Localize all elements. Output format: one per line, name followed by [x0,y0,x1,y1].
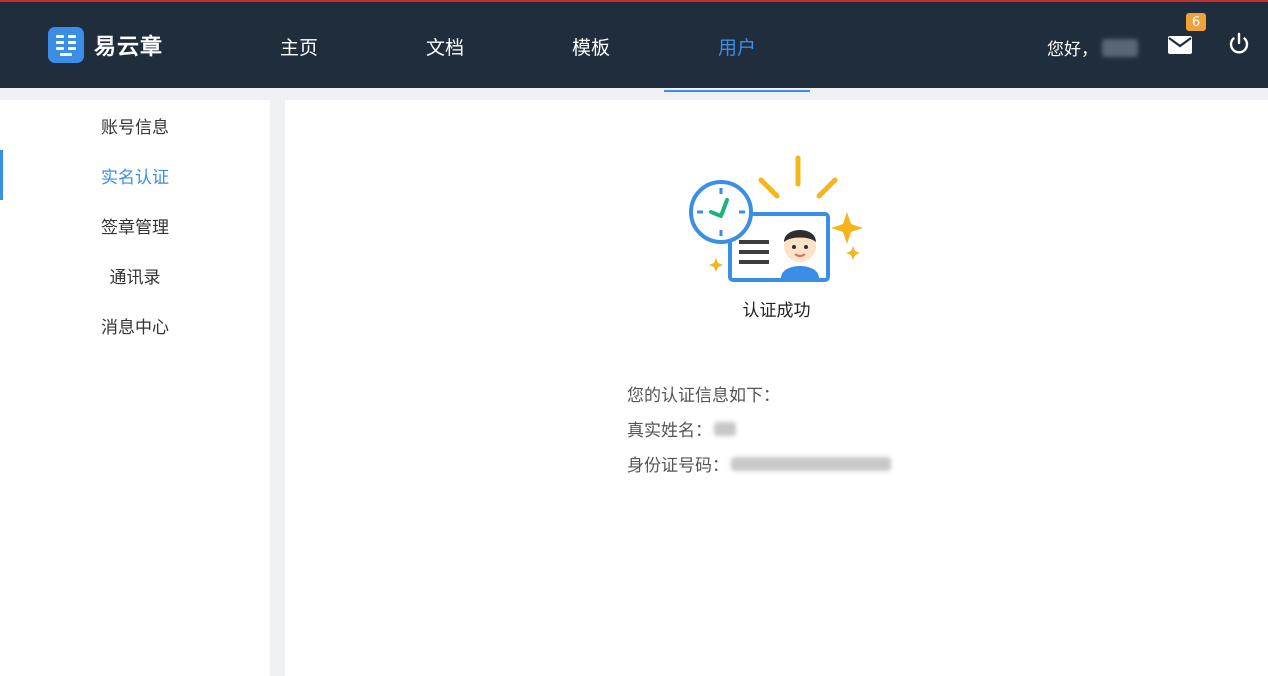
username-redacted [1102,38,1138,57]
mail-icon[interactable] [1167,35,1193,55]
main-content: 认证成功 您的认证信息如下： 真实姓名： 身份证号码： [285,100,1268,676]
real-name-redacted [714,421,736,436]
brand-name: 易云章 [94,35,164,60]
sidebar-item-seal-management[interactable]: 签章管理 [0,200,270,250]
verification-status: 认证成功 [742,301,811,321]
logo-icon [48,27,84,63]
sidebar-item-account-info[interactable]: 账号信息 [0,100,270,150]
brand-logo[interactable]: 易云章 [48,27,163,63]
real-name-label: 真实姓名： [627,421,712,441]
main-nav: 主页 文档 模板 用户 [226,2,810,92]
nav-templates[interactable]: 模板 [518,2,664,90]
id-number-label: 身份证号码： [627,456,729,476]
sidebar-item-real-name-auth[interactable]: 实名认证 [0,150,270,200]
verification-info: 您的认证信息如下： 真实姓名： 身份证号码： [627,376,891,481]
sidebar-item-contacts[interactable]: 通讯录 [0,250,270,300]
top-navigation-bar: 易云章 主页 文档 模板 用户 您好， 6 [0,0,1268,92]
nav-home[interactable]: 主页 [226,2,372,90]
sidebar: 账号信息 实名认证 签章管理 通讯录 消息中心 [0,100,270,676]
mail-count-badge: 6 [1186,13,1206,31]
greeting-text: 您好， [1047,40,1098,60]
nav-documents[interactable]: 文档 [372,2,518,90]
power-icon[interactable] [1227,32,1251,56]
nav-user[interactable]: 用户 [664,2,810,92]
sidebar-item-message-center[interactable]: 消息中心 [0,300,270,350]
user-greeting[interactable]: 您好， [1047,35,1138,60]
verification-success-illustration [689,155,863,282]
info-title: 您的认证信息如下： [627,386,780,406]
id-number-redacted [731,456,891,471]
